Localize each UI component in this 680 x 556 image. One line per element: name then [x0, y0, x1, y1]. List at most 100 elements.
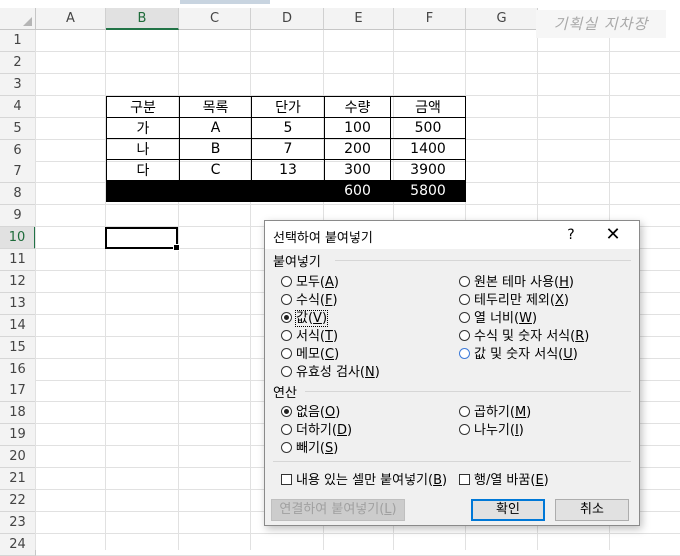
total-cell[interactable] — [106, 180, 180, 202]
column-header-f[interactable]: F — [394, 8, 466, 30]
radio-op-multiply[interactable]: 곱하기(M) — [459, 401, 531, 420]
divider — [273, 461, 631, 462]
table-cell[interactable]: A — [179, 117, 252, 139]
checkbox-transpose[interactable]: 행/열 바꿈(E) — [459, 469, 549, 488]
close-icon[interactable]: ✕ — [603, 225, 623, 245]
table-cell[interactable]: 100 — [324, 117, 391, 139]
radio-icon — [281, 276, 292, 287]
radio-icon — [281, 294, 292, 305]
row-header-4[interactable]: 4 — [0, 95, 36, 118]
table-cell[interactable]: 3900 — [390, 159, 466, 181]
divider — [305, 391, 631, 392]
column-header-a[interactable]: A — [36, 8, 106, 30]
ribbon-tab-edge — [180, 0, 270, 4]
ok-button[interactable]: 확인 — [471, 499, 545, 521]
header-cell[interactable]: 금액 — [390, 96, 466, 118]
gridline — [36, 532, 680, 534]
checkbox-skip-blanks[interactable]: 내용 있는 셀만 붙여넣기(B) — [281, 469, 447, 488]
select-all-corner[interactable] — [0, 8, 36, 30]
row-header-13[interactable]: 13 — [0, 292, 36, 315]
dialog-titlebar[interactable]: 선택하여 붙여넣기 ? ✕ — [265, 221, 639, 249]
radio-paste-except-borders[interactable]: 테두리만 제외(X) — [459, 289, 569, 308]
row-header-17[interactable]: 17 — [0, 380, 36, 403]
radio-op-subtract[interactable]: 빼기(S) — [281, 437, 338, 456]
data-table: 구분 목록 단가 수량 금액 가 A 5 100 500 나 B 7 200 1… — [106, 96, 466, 202]
column-header-d[interactable]: D — [251, 8, 324, 30]
radio-icon — [281, 424, 292, 435]
table-cell[interactable]: C — [179, 159, 252, 181]
radio-paste-validation[interactable]: 유효성 검사(N) — [281, 361, 380, 380]
table-cell[interactable]: 300 — [324, 159, 391, 181]
row-header-3[interactable]: 3 — [0, 73, 36, 96]
table-cell[interactable]: 가 — [106, 117, 180, 139]
row-header-1[interactable]: 1 — [0, 30, 36, 52]
gridline — [36, 72, 680, 74]
row-header-21[interactable]: 21 — [0, 468, 36, 490]
radio-paste-source-theme[interactable]: 원본 테마 사용(H) — [459, 271, 574, 290]
table-cell[interactable]: 다 — [106, 159, 180, 181]
radio-paste-column-widths[interactable]: 열 너비(W) — [459, 307, 537, 326]
table-row: 다 C 13 300 3900 — [106, 159, 466, 181]
header-cell[interactable]: 수량 — [324, 96, 391, 118]
gridline — [35, 30, 36, 550]
checkbox-icon — [281, 474, 292, 485]
table-cell[interactable]: 7 — [251, 138, 325, 160]
radio-paste-formulas[interactable]: 수식(F) — [281, 289, 338, 308]
row-header-19[interactable]: 19 — [0, 424, 36, 447]
table-cell[interactable]: 200 — [324, 138, 391, 160]
row-header-16[interactable]: 16 — [0, 358, 36, 381]
row-header-9[interactable]: 9 — [0, 205, 36, 228]
radio-paste-values[interactable]: 값(V) — [281, 307, 329, 327]
row-header-6[interactable]: 6 — [0, 139, 36, 162]
row-header-22[interactable]: 22 — [0, 489, 36, 512]
row-header-10[interactable]: 10 — [0, 227, 36, 250]
row-header-15[interactable]: 15 — [0, 336, 36, 359]
gridline — [36, 51, 680, 52]
row-header-14[interactable]: 14 — [0, 314, 36, 337]
radio-icon — [459, 276, 470, 287]
help-button[interactable]: ? — [561, 225, 581, 245]
header-cell[interactable]: 구분 — [106, 96, 180, 118]
table-cell[interactable]: 13 — [251, 159, 325, 181]
column-header-b[interactable]: B — [106, 8, 179, 30]
row-header-18[interactable]: 18 — [0, 402, 36, 425]
active-cell-selection[interactable] — [105, 227, 180, 251]
column-header-e[interactable]: E — [324, 8, 394, 30]
radio-op-divide[interactable]: 나누기(I) — [459, 419, 524, 438]
total-cell[interactable]: 5800 — [390, 180, 466, 202]
total-cell[interactable] — [179, 180, 252, 202]
radio-icon — [459, 330, 470, 341]
radio-op-add[interactable]: 더하기(D) — [281, 419, 352, 438]
total-cell[interactable] — [251, 180, 325, 202]
table-cell[interactable]: 1400 — [390, 138, 466, 160]
radio-icon — [281, 348, 292, 359]
paste-link-button[interactable]: 연결하여 붙여넣기(L) — [271, 499, 405, 521]
row-header-24[interactable]: 24 — [0, 533, 36, 556]
radio-paste-formulas-number-formats[interactable]: 수식 및 숫자 서식(R) — [459, 325, 589, 344]
cancel-button[interactable]: 취소 — [555, 499, 629, 521]
row-header-2[interactable]: 2 — [0, 51, 36, 74]
column-header-g[interactable]: G — [466, 8, 538, 30]
row-header-8[interactable]: 8 — [0, 183, 36, 206]
radio-paste-formats[interactable]: 서식(T) — [281, 325, 338, 344]
table-cell[interactable]: 나 — [106, 138, 180, 160]
radio-op-none[interactable]: 없음(O) — [281, 401, 340, 420]
row-header-7[interactable]: 7 — [0, 161, 36, 184]
radio-icon — [281, 330, 292, 341]
radio-icon — [459, 424, 470, 435]
table-cell[interactable]: 5 — [251, 117, 325, 139]
table-cell[interactable]: 500 — [390, 117, 466, 139]
row-header-20[interactable]: 20 — [0, 446, 36, 469]
header-cell[interactable]: 단가 — [251, 96, 325, 118]
radio-paste-all[interactable]: 모두(A) — [281, 271, 339, 290]
radio-paste-comments[interactable]: 메모(C) — [281, 343, 339, 362]
table-cell[interactable]: B — [179, 138, 252, 160]
row-header-12[interactable]: 12 — [0, 270, 36, 293]
total-cell[interactable]: 600 — [324, 180, 391, 202]
column-header-c[interactable]: C — [179, 8, 251, 30]
header-cell[interactable]: 목록 — [179, 96, 252, 118]
radio-paste-values-number-formats[interactable]: 값 및 숫자 서식(U) — [459, 343, 578, 362]
row-header-23[interactable]: 23 — [0, 511, 36, 534]
row-header-11[interactable]: 11 — [0, 249, 36, 271]
row-header-5[interactable]: 5 — [0, 117, 36, 140]
